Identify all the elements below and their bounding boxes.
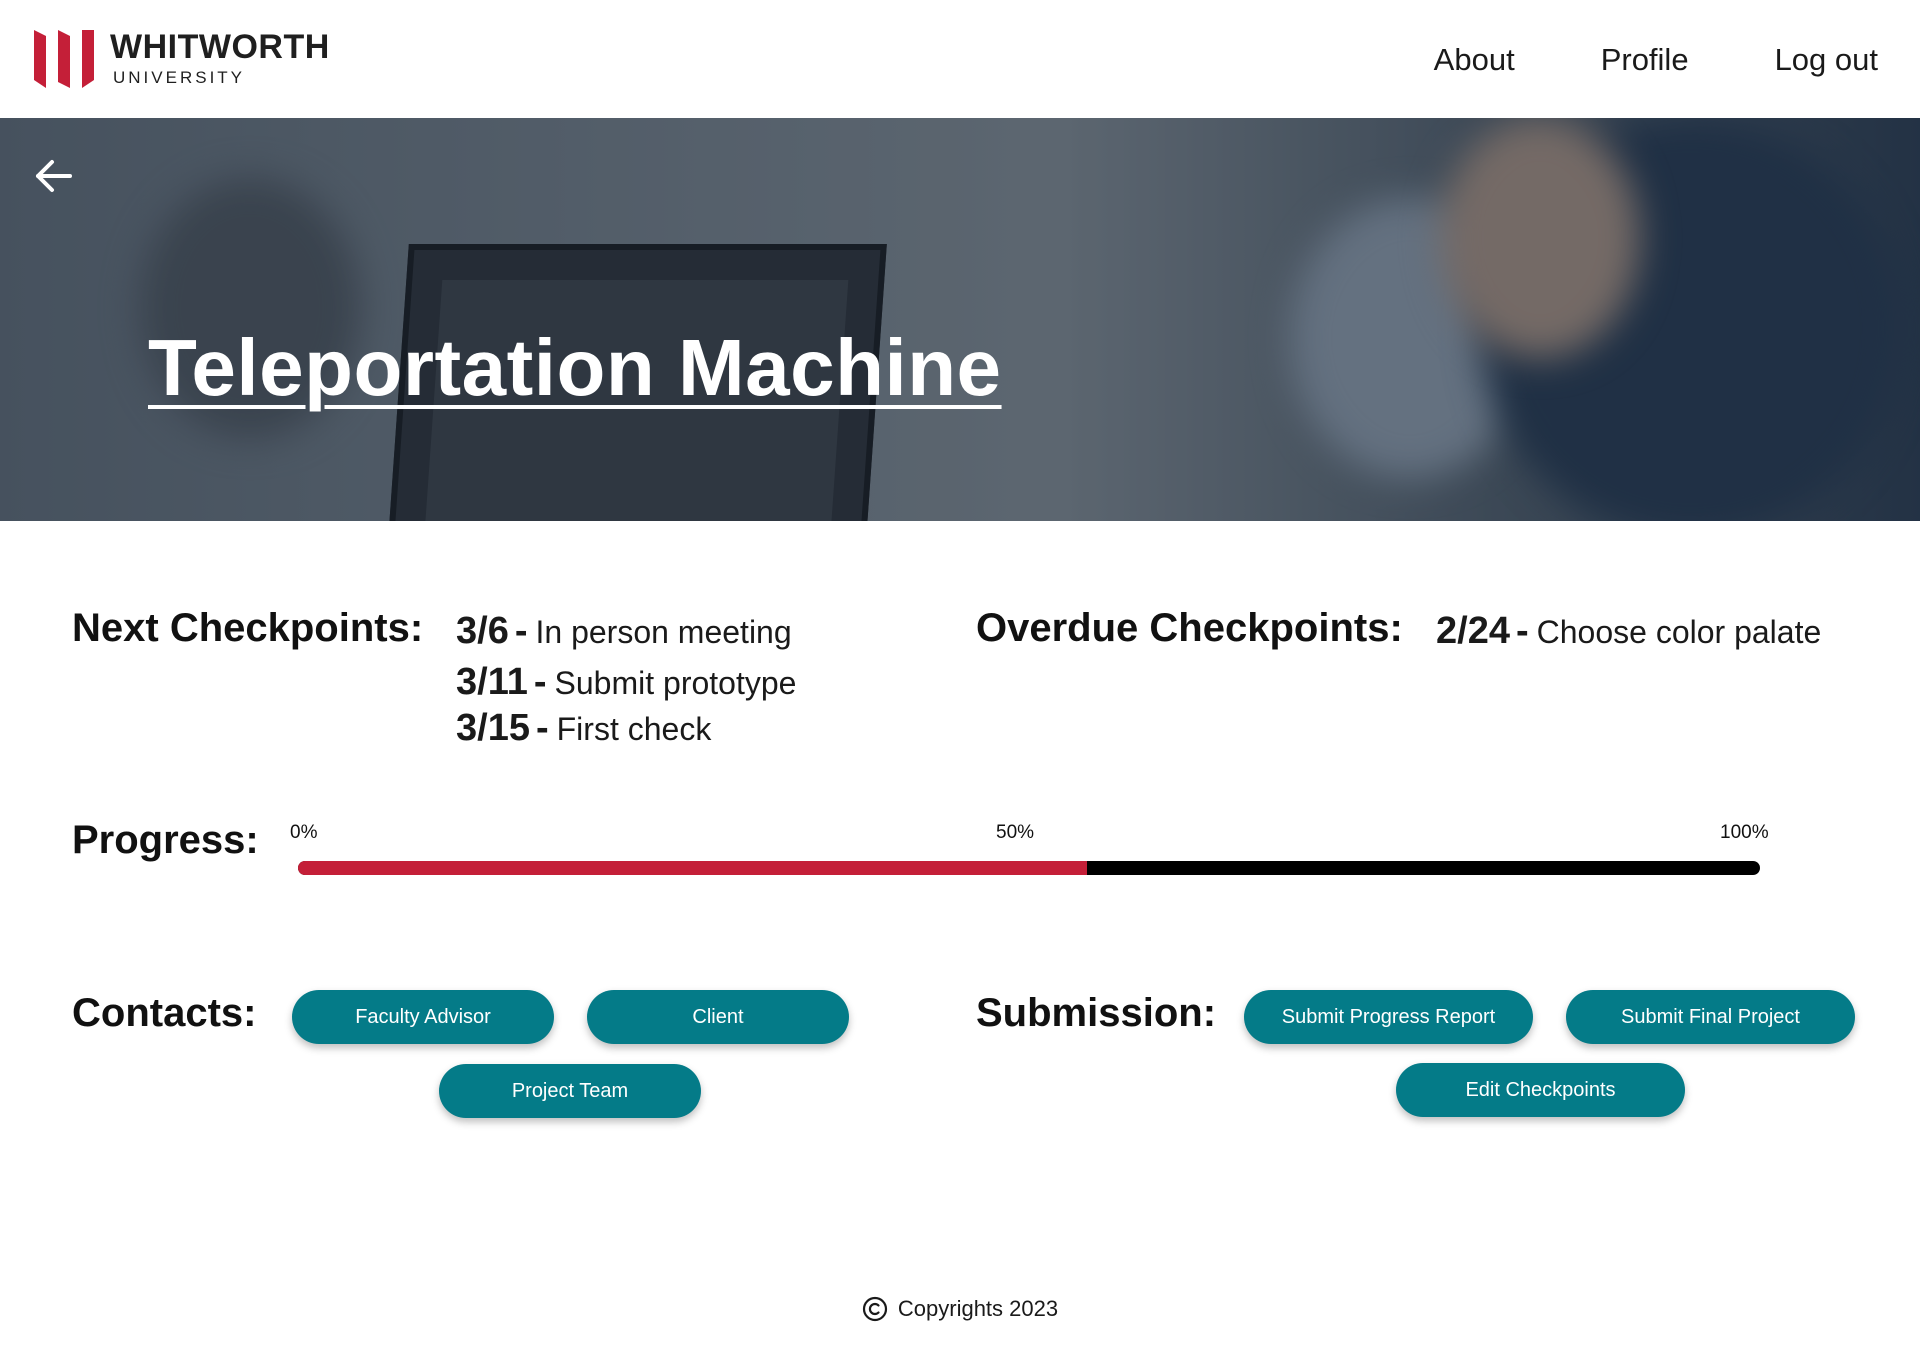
checkpoint-date: 2/24 (1436, 610, 1510, 652)
nav-about-link[interactable]: About (1434, 42, 1515, 78)
copyright-text: Copyrights 2023 (897, 1296, 1059, 1321)
footer: Copyrights 2023 (0, 1296, 1920, 1322)
checkpoint-text: Submit prototype (554, 665, 797, 701)
faculty-advisor-button[interactable]: Faculty Advisor (292, 990, 554, 1044)
hero-banner: Teleportation Machine (0, 118, 1920, 521)
edit-checkpoints-button[interactable]: Edit Checkpoints (1396, 1063, 1685, 1117)
checkpoint-separator: - (514, 610, 528, 652)
checkpoint-text: Choose color palate (1536, 614, 1822, 650)
checkpoint-separator: - (535, 707, 549, 749)
progress-label: Progress: (72, 818, 259, 862)
copyright-icon (862, 1296, 887, 1322)
submit-progress-report-button[interactable]: Submit Progress Report (1244, 990, 1533, 1044)
logo-text: WHITWORTH UNIVERSITY (110, 30, 330, 88)
next-checkpoints-label: Next Checkpoints: (72, 606, 424, 650)
nav-profile-link[interactable]: Profile (1601, 42, 1689, 78)
header: WHITWORTH UNIVERSITY About Profile Log o… (0, 0, 1920, 118)
next-checkpoint-item: 3/6- In person meeting (456, 610, 792, 653)
checkpoint-date: 3/15 (456, 707, 530, 749)
checkpoint-separator: - (1515, 610, 1529, 652)
overdue-checkpoint-item: 2/24- Choose color palate (1436, 610, 1821, 653)
logo-name: WHITWORTH (110, 28, 330, 66)
checkpoint-date: 3/11 (456, 661, 528, 703)
progress-bar-fill (298, 861, 1088, 875)
checkpoint-separator: - (533, 661, 547, 703)
next-checkpoint-item: 3/11- Submit prototype (456, 661, 796, 704)
next-checkpoint-item: 3/15- First check (456, 707, 711, 750)
progress-tick-50: 50% (996, 822, 1035, 843)
logo-subtitle: UNIVERSITY (113, 68, 246, 87)
progress-bar (298, 861, 1760, 875)
submit-final-project-button[interactable]: Submit Final Project (1566, 990, 1855, 1044)
top-nav: About Profile Log out (1434, 42, 1878, 78)
hero-overlay (0, 118, 1920, 521)
progress-tick-100: 100% (1720, 822, 1769, 843)
overdue-checkpoints-label: Overdue Checkpoints: (976, 606, 1403, 650)
arrow-left-icon[interactable] (34, 156, 74, 196)
project-team-button[interactable]: Project Team (439, 1064, 701, 1118)
submission-label: Submission: (976, 991, 1217, 1035)
contacts-label: Contacts: (72, 991, 257, 1035)
progress-tick-0: 0% (290, 822, 318, 843)
checkpoint-text: First check (556, 711, 712, 747)
project-title[interactable]: Teleportation Machine (148, 322, 1002, 414)
nav-logout-link[interactable]: Log out (1775, 42, 1878, 78)
whitworth-logo-icon (34, 30, 94, 88)
checkpoint-text: In person meeting (535, 614, 792, 650)
university-logo[interactable]: WHITWORTH UNIVERSITY (32, 26, 330, 92)
checkpoint-date: 3/6 (456, 610, 509, 652)
client-button[interactable]: Client (587, 990, 849, 1044)
